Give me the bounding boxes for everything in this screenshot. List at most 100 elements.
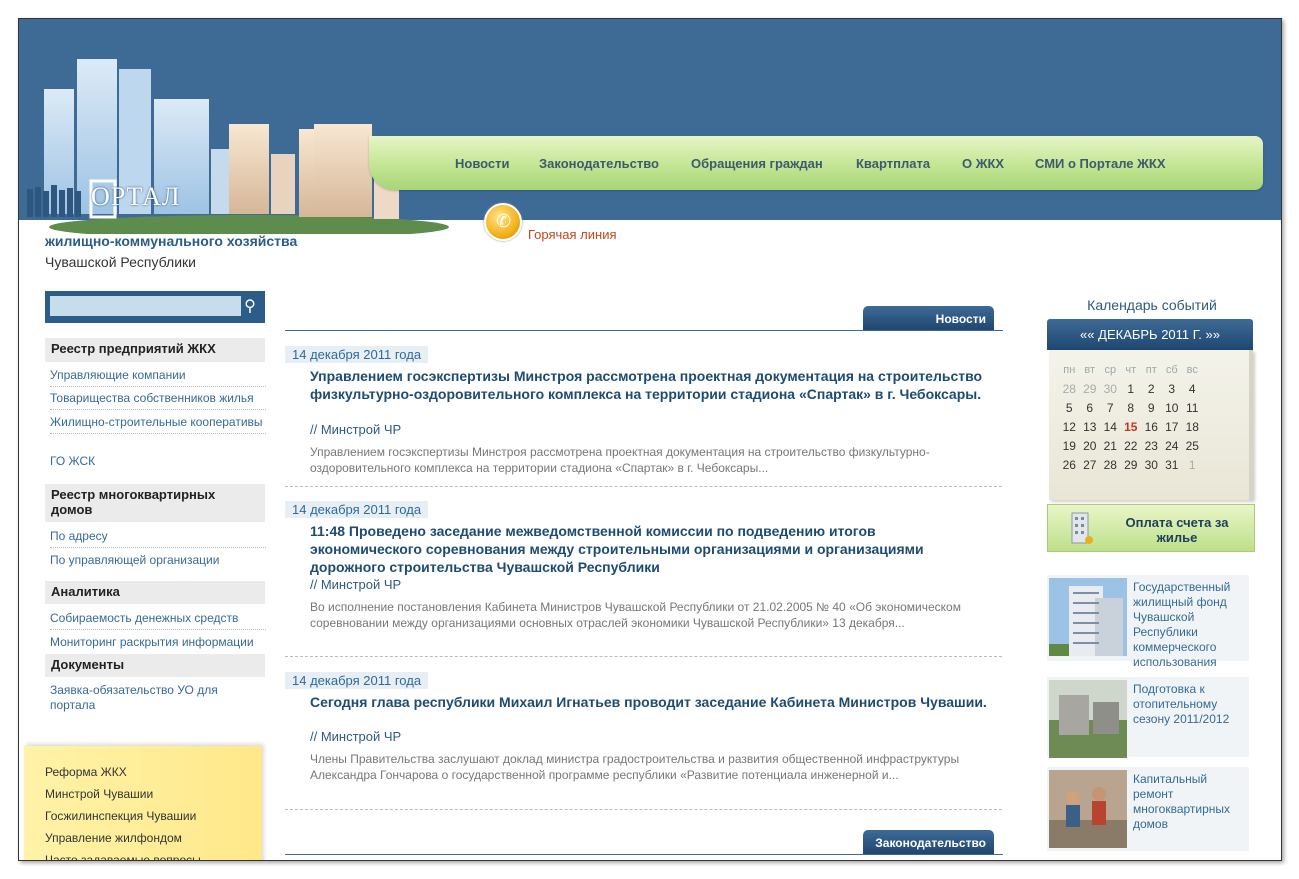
search-icon[interactable]: ⚲ <box>239 295 261 319</box>
sidebar-link-housing-cooperatives[interactable]: Жилищно-строительные кооперативы <box>50 415 266 434</box>
calendar-day[interactable]: 29 <box>1121 455 1142 474</box>
nav-rent[interactable]: Квартплата <box>856 156 930 171</box>
sidebar-link-by-organization[interactable]: По управляющей организации <box>50 553 266 571</box>
nav-media[interactable]: СМИ о Портале ЖКХ <box>1035 156 1166 171</box>
calendar-day[interactable]: 13 <box>1080 417 1101 436</box>
news-date: 14 декабря 2011 года <box>285 501 429 518</box>
calendar-prev-button[interactable]: «« <box>1080 327 1094 342</box>
tab-news[interactable]: Новости <box>863 306 994 330</box>
card-text: Капитальный ремонт многоквартирных домов <box>1133 772 1231 831</box>
news-excerpt: Во исполнение постановления Кабинета Мин… <box>310 600 961 630</box>
calendar-day[interactable]: 9 <box>1141 398 1162 417</box>
calendar-header: «« ДЕКАБРЬ 2011 Г. »» <box>1047 319 1253 350</box>
sidebar-link-management-companies[interactable]: Управляющие компании <box>50 368 266 387</box>
quick-link-gosjilinspekcia[interactable]: Госжилинспекция Чувашии <box>45 809 196 823</box>
tab-legislation[interactable]: Законодательство <box>863 830 994 854</box>
news-title[interactable]: Сегодня глава республики Михаил Игнатьев… <box>310 693 990 711</box>
calendar-day[interactable]: 27 <box>1080 455 1101 474</box>
calendar-day[interactable]: 2 <box>1141 379 1162 398</box>
calendar-day[interactable]: 5 <box>1059 398 1080 417</box>
sidebar-link-hoa[interactable]: Товарищества собственников жилья <box>50 391 266 410</box>
news-separator <box>285 656 1002 657</box>
nav-citizen-appeals[interactable]: Обращения граждан <box>691 156 823 171</box>
browser-page: ОРТАЛ Новости Законодательство Обращения… <box>18 18 1282 861</box>
calendar-day[interactable]: 8 <box>1121 398 1142 417</box>
calendar-day[interactable]: 11 <box>1182 398 1203 417</box>
calendar-day[interactable]: 4 <box>1182 379 1203 398</box>
calendar-day[interactable]: 1 <box>1182 455 1203 474</box>
calendar-day[interactable]: 7 <box>1100 398 1121 417</box>
calendar-weekday: сб <box>1165 363 1178 376</box>
news-title[interactable]: Управлением госэкспертизы Минстроя рассм… <box>310 367 990 403</box>
site-header: ОРТАЛ Новости Законодательство Обращения… <box>19 19 1281 234</box>
calendar-day[interactable]: 10 <box>1162 398 1183 417</box>
calendar-day[interactable]: 19 <box>1059 436 1080 455</box>
calendar-day[interactable]: 14 <box>1100 417 1121 436</box>
news-date: 14 декабря 2011 года <box>285 346 429 363</box>
sidebar-link-monitoring[interactable]: Мониторинг раскрытия информации <box>50 635 266 653</box>
calendar-day[interactable]: 22 <box>1121 436 1142 455</box>
calendar-day[interactable]: 30 <box>1141 455 1162 474</box>
calendar-day[interactable]: 21 <box>1100 436 1121 455</box>
search-box: ⚲ <box>45 291 265 323</box>
repair-photo <box>1049 770 1127 848</box>
card-capital-repair[interactable]: Капитальный ремонт многоквартирных домов <box>1047 767 1249 851</box>
calendar-day[interactable]: 16 <box>1141 417 1162 436</box>
calendar-day[interactable]: 12 <box>1059 417 1080 436</box>
sidebar-link-go-zhsk[interactable]: ГО ЖСК <box>50 454 266 472</box>
calendar-day[interactable]: 31 <box>1162 455 1183 474</box>
nav-legislation[interactable]: Законодательство <box>539 156 659 171</box>
calendar-day[interactable]: 3 <box>1162 379 1183 398</box>
calendar-day[interactable]: 23 <box>1141 436 1162 455</box>
quick-link-faq[interactable]: Часто задаваемые вопросы <box>45 853 201 860</box>
news-date: 14 декабря 2011 года <box>285 672 429 689</box>
calendar-day[interactable]: 18 <box>1182 417 1203 436</box>
sidebar-link-by-address[interactable]: По адресу <box>50 529 266 548</box>
sidebar-section-analytics: Аналитика <box>45 581 265 604</box>
building-photo <box>1049 578 1127 656</box>
calendar-weekday: ср <box>1104 363 1117 376</box>
calendar-day[interactable]: 26 <box>1059 455 1080 474</box>
calendar-day[interactable]: 6 <box>1080 398 1101 417</box>
news-divider <box>285 330 1003 331</box>
calendar-day[interactable]: 1 <box>1121 379 1142 398</box>
calendar-day[interactable]: 17 <box>1162 417 1183 436</box>
quick-link-reform[interactable]: Реформа ЖКХ <box>45 765 127 779</box>
quick-link-housing-management[interactable]: Управление жилфондом <box>45 831 182 845</box>
news-separator <box>285 486 1002 487</box>
news-title[interactable]: 11:48 Проведено заседание межведомственн… <box>310 522 990 576</box>
portal-logo-text: ОРТАЛ <box>91 182 181 211</box>
calendar-weekday: вт <box>1084 363 1096 376</box>
sidebar-link-application[interactable]: Заявка-обязательство УО для портала <box>50 683 266 716</box>
search-input[interactable] <box>50 296 241 316</box>
sidebar-link-collection[interactable]: Собираемость денежных средств <box>50 611 266 630</box>
legislation-divider <box>285 854 1003 855</box>
card-heating-season[interactable]: Подготовка к отопительному сезону 2011/2… <box>1047 677 1249 758</box>
news-excerpt: Члены Правительства заслушают доклад мин… <box>310 752 960 782</box>
news-excerpt: Управлением госэкспертизы Минстроя рассм… <box>310 445 930 475</box>
calendar-title: Календарь событий <box>1087 297 1217 313</box>
calendar-weekday: пн <box>1063 363 1076 376</box>
phone-icon[interactable]: ✆ <box>484 203 522 241</box>
calendar-day[interactable]: 28 <box>1059 379 1080 398</box>
card-state-housing[interactable]: Государственный жилищный фонд Чувашской … <box>1047 575 1249 669</box>
quick-link-minstroy[interactable]: Минстрой Чувашии <box>45 787 153 801</box>
heating-photo <box>1049 680 1127 758</box>
nav-about-zhkh[interactable]: О ЖКХ <box>962 156 1004 171</box>
nav-news[interactable]: Новости <box>455 156 510 171</box>
news-source: // Минстрой ЧР <box>310 422 402 437</box>
card-text: Подготовка к отопительному сезону 2011/2… <box>1133 682 1230 726</box>
site-subtitle: Чувашской Республики <box>45 254 196 270</box>
calendar-day[interactable]: 25 <box>1182 436 1203 455</box>
calendar-grid: пн вт ср чт пт сб вс 28 29 30 1 2 3 4 5 6 7 8 9 10 11 12 13 14 1… <box>1049 350 1253 500</box>
calendar-next-button[interactable]: »» <box>1205 327 1219 342</box>
hotline-link[interactable]: Горячая линия <box>528 227 617 242</box>
payment-label: Оплата счета за жилье <box>1125 515 1229 545</box>
payment-banner[interactable]: Оплата счета за жилье <box>1047 504 1255 552</box>
calendar-day[interactable]: 20 <box>1080 436 1101 455</box>
calendar-day[interactable]: 29 <box>1080 379 1101 398</box>
calendar-day[interactable]: 28 <box>1100 455 1121 474</box>
calendar-day[interactable]: 15 <box>1121 417 1142 436</box>
calendar-day[interactable]: 30 <box>1100 379 1121 398</box>
calendar-day[interactable]: 24 <box>1162 436 1183 455</box>
